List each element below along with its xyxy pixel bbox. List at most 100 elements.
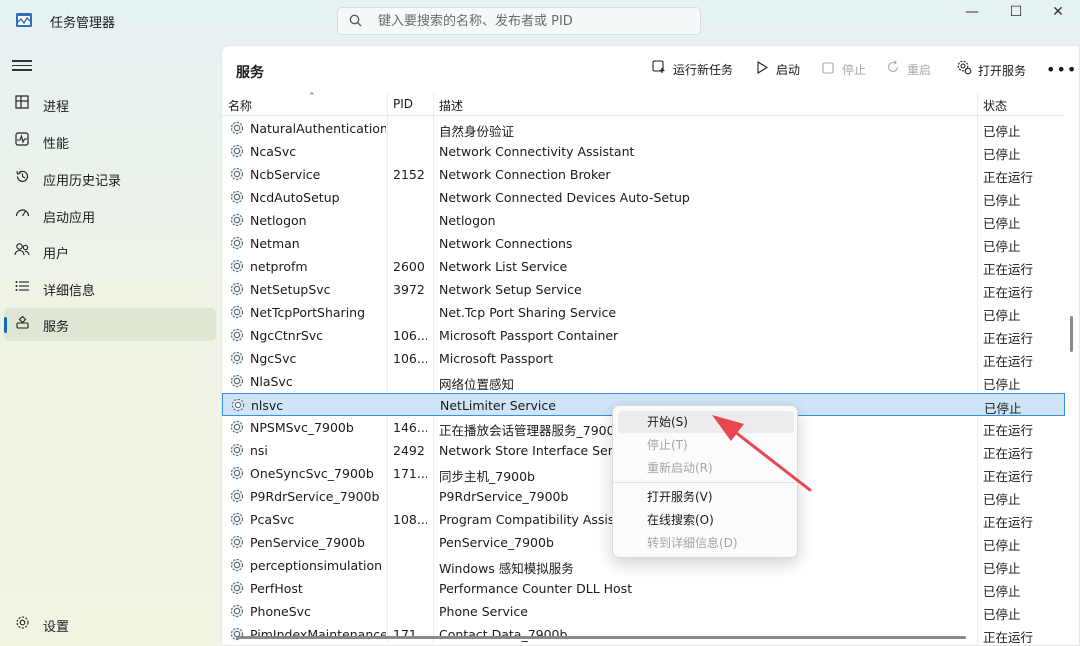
context-menu: 开始(S) 停止(T) 重新启动(R) 打开服务(V) 在线搜索(O) 转到详细… [612, 405, 798, 558]
service-status: 已停止 [983, 492, 1021, 507]
stop-icon [820, 61, 836, 81]
service-name: nlsvc [251, 398, 284, 413]
sidebar-item-label: 启动应用 [43, 211, 96, 226]
run-new-task-label: 运行新任务 [673, 63, 734, 77]
service-status: 正在运行 [983, 423, 1034, 438]
menu-item-open-services[interactable]: 打开服务(V) [618, 486, 794, 508]
run-new-task-button[interactable]: 运行新任务 [651, 60, 733, 80]
service-name: NaturalAuthentication [250, 121, 386, 136]
sidebar-item-app-history[interactable]: 应用历史记录 [4, 162, 216, 195]
service-pid: 3972 [393, 282, 425, 297]
service-pid: 108... [393, 512, 427, 527]
sidebar-item-users[interactable]: 用户 [4, 235, 216, 268]
table-row[interactable]: NetTcpPortSharing Net.Tcp Port Sharing Se… [222, 301, 1065, 324]
service-description: Phone Service [439, 604, 528, 619]
sidebar-item-label: 设置 [43, 620, 70, 635]
sidebar-item-settings[interactable]: 设置 [4, 608, 216, 641]
sidebar-item-services[interactable]: 服务 [4, 308, 216, 341]
service-description: 网络位置感知 [439, 377, 515, 392]
menu-item-restart[interactable]: 重新启动(R) [618, 457, 794, 479]
menu-separator [613, 482, 797, 483]
service-status: 已停止 [983, 607, 1021, 622]
table-row[interactable]: netprofm 2600 Network List Service 正在运行 [222, 255, 1065, 278]
service-status: 正在运行 [983, 630, 1034, 645]
service-pid: 171... [393, 627, 427, 642]
service-description: Microsoft Passport Container [439, 328, 619, 343]
service-status: 正在运行 [983, 515, 1034, 530]
minimize-button[interactable]: — [950, 0, 994, 26]
column-header-name[interactable]: 名称 ⌃ [228, 92, 316, 114]
restart-button[interactable]: 重启 [885, 60, 931, 80]
more-options-button[interactable]: ••• [1046, 60, 1077, 79]
service-status: 已停止 [983, 193, 1021, 208]
close-button[interactable]: ✕ [1036, 0, 1080, 26]
vertical-scrollbar[interactable] [1070, 316, 1073, 352]
users-icon [13, 242, 31, 260]
hamburger-menu-button[interactable] [12, 57, 32, 75]
sidebar-item-label: 性能 [43, 137, 70, 152]
service-status: 正在运行 [983, 262, 1034, 277]
column-header-description[interactable]: 描述 [439, 97, 463, 114]
search-input[interactable] [378, 12, 688, 30]
table-row[interactable]: NlaSvc 网络位置感知 已停止 [222, 370, 1065, 393]
service-name: NcdAutoSetup [250, 190, 340, 205]
open-services-button[interactable]: 打开服务 [956, 60, 1026, 80]
sidebar-item-performance[interactable]: 性能 [4, 125, 216, 158]
table-row[interactable]: PhoneSvc Phone Service 已停止 [222, 600, 1065, 623]
service-name: NetSetupSvc [250, 282, 331, 297]
table-row[interactable]: Netman Network Connections 已停止 [222, 232, 1065, 255]
service-name: NlaSvc [250, 374, 293, 389]
menu-item-search-online[interactable]: 在线搜索(O) [618, 509, 794, 531]
service-name: Netlogon [250, 213, 307, 228]
service-name: nsi [250, 443, 268, 458]
table-row[interactable]: NcbService 2152 Network Connection Broker 正… [222, 163, 1065, 186]
table-row[interactable]: NaturalAuthentication 自然身份验证 已停止 [222, 117, 1065, 140]
service-status: 已停止 [984, 401, 1022, 416]
maximize-button[interactable]: ☐ [994, 0, 1038, 26]
service-description: Windows 感知模拟服务 [439, 561, 574, 576]
details-icon [13, 279, 31, 297]
menu-item-stop[interactable]: 停止(T) [618, 434, 794, 456]
service-pid: 2152 [393, 167, 425, 182]
table-row[interactable]: NcaSvc Network Connectivity Assistant 已停止 [222, 140, 1065, 163]
search-box[interactable] [337, 7, 701, 35]
table-row[interactable]: PimIndexMaintenanceSvc_7900b 171... Contac… [222, 623, 1065, 646]
service-name: P9RdrService_7900b [250, 489, 380, 504]
page-title: 服务 [236, 65, 264, 81]
sidebar-item-startup-apps[interactable]: 启动应用 [4, 199, 216, 232]
service-description: Contact Data_7900b [439, 627, 568, 642]
column-header-pid[interactable]: PID [393, 97, 413, 111]
table-row[interactable]: PerfHost Performance Counter DLL Host 已停止 [222, 577, 1065, 600]
table-row[interactable]: Netlogon Netlogon 已停止 [222, 209, 1065, 232]
table-row[interactable]: NetSetupSvc 3972 Network Setup Service 正在运行 [222, 278, 1065, 301]
service-description: Network Connections [439, 236, 573, 251]
title-bar: 任务管理器 — ☐ ✕ [0, 0, 1080, 44]
table-row[interactable]: NgcSvc 106... Microsoft Passport 正在运行 [222, 347, 1065, 370]
service-status: 正在运行 [983, 331, 1034, 346]
start-label: 启动 [776, 63, 801, 77]
menu-item-start[interactable]: 开始(S) [618, 411, 794, 433]
service-name: PenService_7900b [250, 535, 365, 550]
service-status: 已停止 [983, 147, 1021, 162]
start-button[interactable]: 启动 [754, 60, 800, 80]
stop-label: 停止 [842, 63, 867, 77]
column-header-status[interactable]: 状态 [983, 97, 1007, 114]
sidebar-item-details[interactable]: 详细信息 [4, 272, 216, 305]
stop-button[interactable]: 停止 [820, 60, 866, 80]
service-description: Network Connected Devices Auto-Setup [439, 190, 690, 205]
sidebar-item-label: 进程 [43, 100, 70, 115]
horizontal-scrollbar[interactable] [236, 636, 966, 639]
service-name: NcbService [250, 167, 321, 182]
sidebar-item-processes[interactable]: 进程 [4, 88, 216, 121]
service-name: NcaSvc [250, 144, 297, 159]
service-description: 自然身份验证 [439, 124, 515, 139]
service-name: netprofm [250, 259, 308, 274]
app-history-icon [13, 169, 31, 187]
play-icon [754, 61, 770, 81]
service-status: 正在运行 [983, 354, 1034, 369]
service-description: Network Connection Broker [439, 167, 611, 182]
menu-item-go-to-details[interactable]: 转到详细信息(D) [618, 532, 794, 554]
table-row[interactable]: NcdAutoSetup Network Connected Devices Au… [222, 186, 1065, 209]
service-status: 正在运行 [983, 446, 1034, 461]
table-row[interactable]: NgcCtnrSvc 106... Microsoft Passport Conta… [222, 324, 1065, 347]
